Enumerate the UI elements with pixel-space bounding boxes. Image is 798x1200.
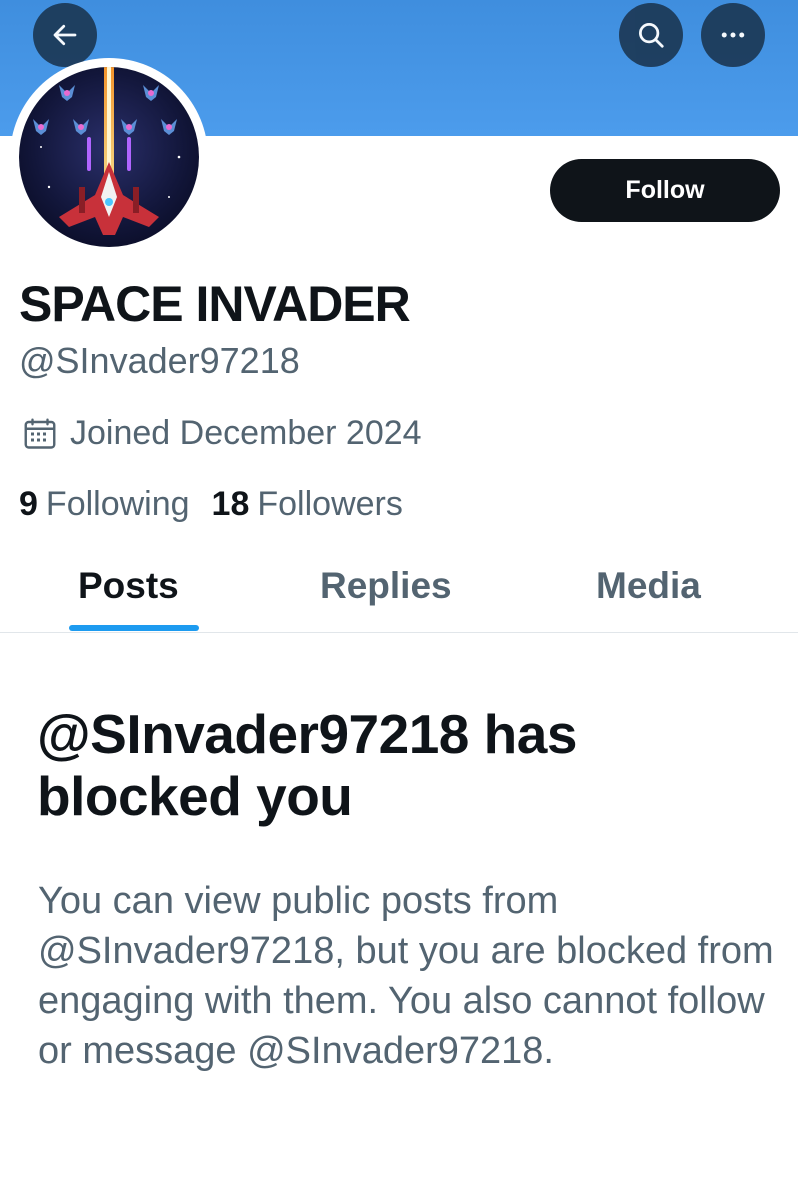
avatar[interactable] bbox=[19, 67, 199, 247]
followers-link[interactable]: 18 Followers bbox=[212, 485, 403, 524]
active-tab-indicator bbox=[69, 625, 199, 631]
more-horizontal-icon bbox=[721, 32, 745, 38]
joined-date: Joined December 2024 bbox=[22, 414, 422, 453]
back-button[interactable] bbox=[33, 3, 97, 67]
follow-stats: 9 Following 18 Followers bbox=[19, 485, 403, 524]
profile-tabs: Posts Replies Media bbox=[0, 555, 798, 633]
tab-replies[interactable]: Replies bbox=[320, 565, 452, 607]
spaceship-avatar-image bbox=[19, 67, 199, 247]
profile-page: Follow SPACE INVADER @SInvader97218 Join… bbox=[0, 0, 798, 1200]
following-label: Following bbox=[45, 485, 190, 523]
followers-count: 18 bbox=[211, 485, 250, 523]
search-icon bbox=[639, 23, 664, 48]
user-handle: @SInvader97218 bbox=[19, 340, 300, 381]
display-name: SPACE INVADER bbox=[19, 276, 411, 332]
blocked-message: You can view public posts from @SInvader… bbox=[38, 880, 774, 1072]
following-link[interactable]: 9 Following bbox=[19, 485, 190, 524]
avatar-border bbox=[10, 58, 208, 256]
followers-label: Followers bbox=[257, 485, 403, 523]
follow-button[interactable]: Follow bbox=[550, 159, 780, 222]
search-button[interactable] bbox=[619, 3, 683, 67]
tab-posts[interactable]: Posts bbox=[78, 565, 179, 607]
more-button[interactable] bbox=[701, 3, 765, 67]
calendar-icon bbox=[24, 418, 56, 449]
blocked-title: @SInvader97218 has blocked you bbox=[37, 703, 577, 827]
joined-text: Joined December 2024 bbox=[70, 414, 422, 452]
following-count: 9 bbox=[19, 485, 38, 523]
tab-media[interactable]: Media bbox=[596, 565, 701, 607]
arrow-left-icon bbox=[53, 24, 77, 46]
